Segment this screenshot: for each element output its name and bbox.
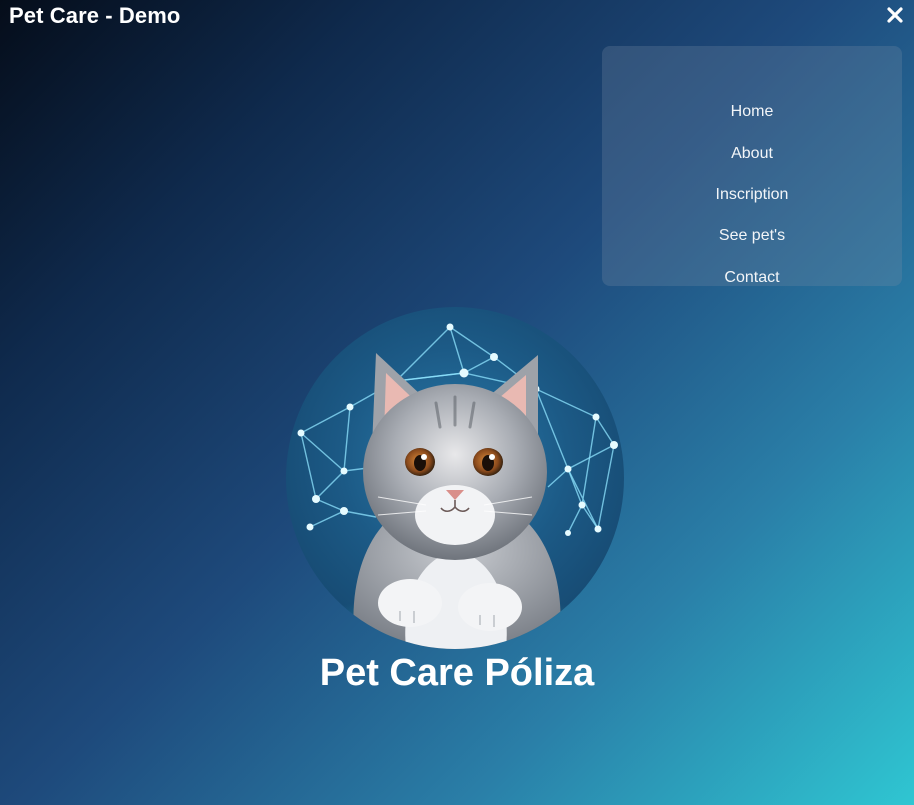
navigation-menu: Home About Inscription See pet's Contact: [602, 46, 902, 286]
app-title: Pet Care - Demo: [9, 3, 181, 28]
hero-image: [286, 307, 624, 649]
hero-title: Pet Care Póliza: [319, 652, 595, 694]
close-button[interactable]: [886, 4, 904, 26]
kitten-network-image: [297, 323, 618, 649]
menu-item-home[interactable]: Home: [602, 102, 902, 122]
menu-item-about[interactable]: About: [602, 144, 902, 164]
menu-item-inscription[interactable]: Inscription: [602, 185, 902, 205]
menu-item-contact[interactable]: Contact: [602, 268, 902, 288]
menu-item-see-pets[interactable]: See pet's: [602, 226, 902, 246]
close-icon: [887, 7, 903, 23]
